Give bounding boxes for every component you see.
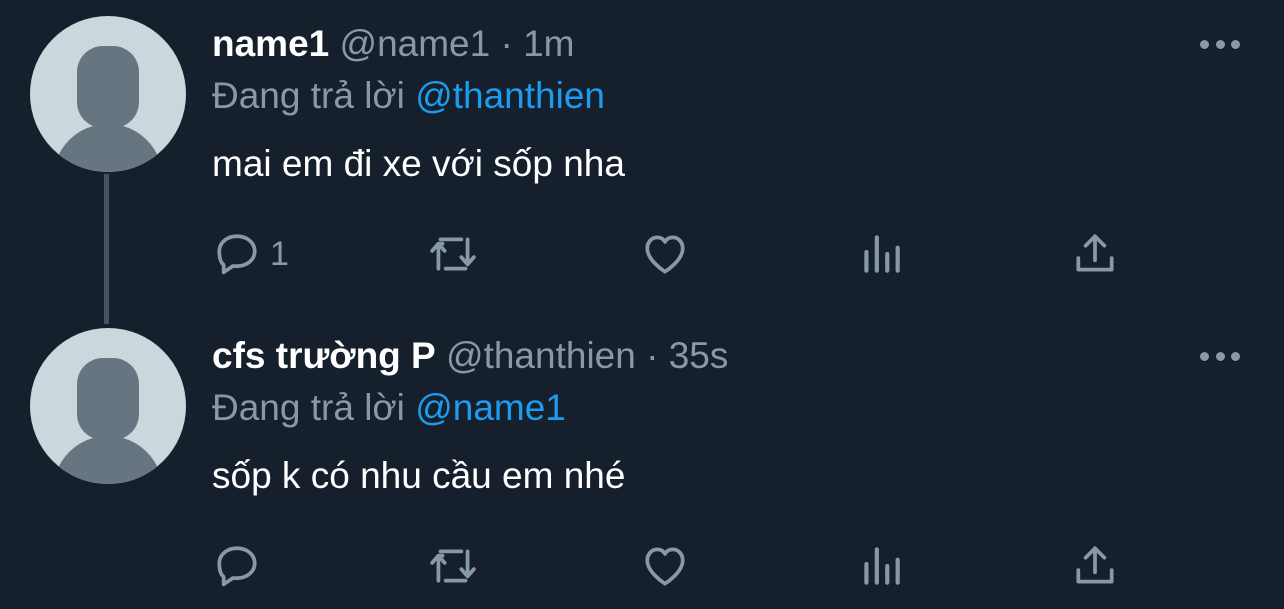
more-options-icon[interactable] — [1200, 38, 1240, 50]
retweet-icon — [430, 237, 476, 271]
replying-to-label: Đang trả lời — [212, 75, 405, 116]
display-name[interactable]: cfs trường P — [212, 335, 436, 376]
separator-dot: · — [500, 23, 513, 64]
timestamp[interactable]: 35s — [669, 335, 729, 376]
timestamp[interactable]: 1m — [523, 23, 574, 64]
tweet-text: mai em đi xe với sốp nha — [212, 143, 625, 184]
mention-link[interactable]: @name1 — [415, 387, 566, 428]
replying-to-label: Đang trả lời — [212, 387, 405, 428]
tweet[interactable]: name1 @name1 · 1m Đang trả lời @thanthie… — [0, 0, 1284, 312]
default-avatar-head — [77, 358, 139, 440]
reply-icon — [217, 234, 257, 275]
user-handle[interactable]: @name1 — [340, 23, 491, 64]
default-avatar-shoulders — [53, 436, 163, 484]
share-icon — [1076, 546, 1114, 584]
retweet-icon — [430, 549, 476, 583]
replying-to-line: Đang trả lời @thanthien — [212, 74, 605, 118]
like-button[interactable] — [640, 226, 690, 282]
view-stats-button[interactable] — [856, 226, 906, 282]
tweet-header: name1 @name1 · 1m — [212, 22, 575, 66]
view-stats-button[interactable] — [856, 538, 906, 594]
tweet[interactable]: cfs trường P @thanthien · 35s Đang trả l… — [0, 312, 1284, 609]
reply-count: 1 — [270, 234, 289, 273]
user-handle[interactable]: @thanthien — [446, 335, 636, 376]
mention-link[interactable]: @thanthien — [415, 75, 605, 116]
share-icon — [1076, 234, 1114, 272]
share-button[interactable] — [1070, 226, 1120, 282]
tweet-header: cfs trường P @thanthien · 35s — [212, 334, 728, 378]
avatar[interactable] — [30, 16, 186, 172]
like-icon — [645, 235, 685, 274]
share-button[interactable] — [1070, 538, 1120, 594]
tweet-text: sốp k có nhu cầu em nhé — [212, 455, 626, 496]
stats-icon — [864, 547, 900, 585]
display-name[interactable]: name1 — [212, 23, 329, 64]
like-button[interactable] — [640, 538, 690, 594]
reply-button[interactable] — [212, 538, 270, 594]
reply-icon — [217, 546, 257, 587]
avatar[interactable] — [30, 328, 186, 484]
replying-to-line: Đang trả lời @name1 — [212, 386, 566, 430]
tweet-actions: 1 — [0, 226, 1284, 282]
default-avatar-shoulders — [53, 124, 163, 172]
default-avatar-head — [77, 46, 139, 128]
tweet-actions — [0, 538, 1284, 594]
retweet-button[interactable] — [428, 226, 478, 282]
retweet-button[interactable] — [428, 538, 478, 594]
like-icon — [645, 547, 685, 586]
reply-button[interactable]: 1 — [212, 226, 289, 282]
separator-dot: · — [646, 335, 659, 376]
more-options-icon[interactable] — [1200, 350, 1240, 362]
stats-icon — [864, 235, 900, 273]
